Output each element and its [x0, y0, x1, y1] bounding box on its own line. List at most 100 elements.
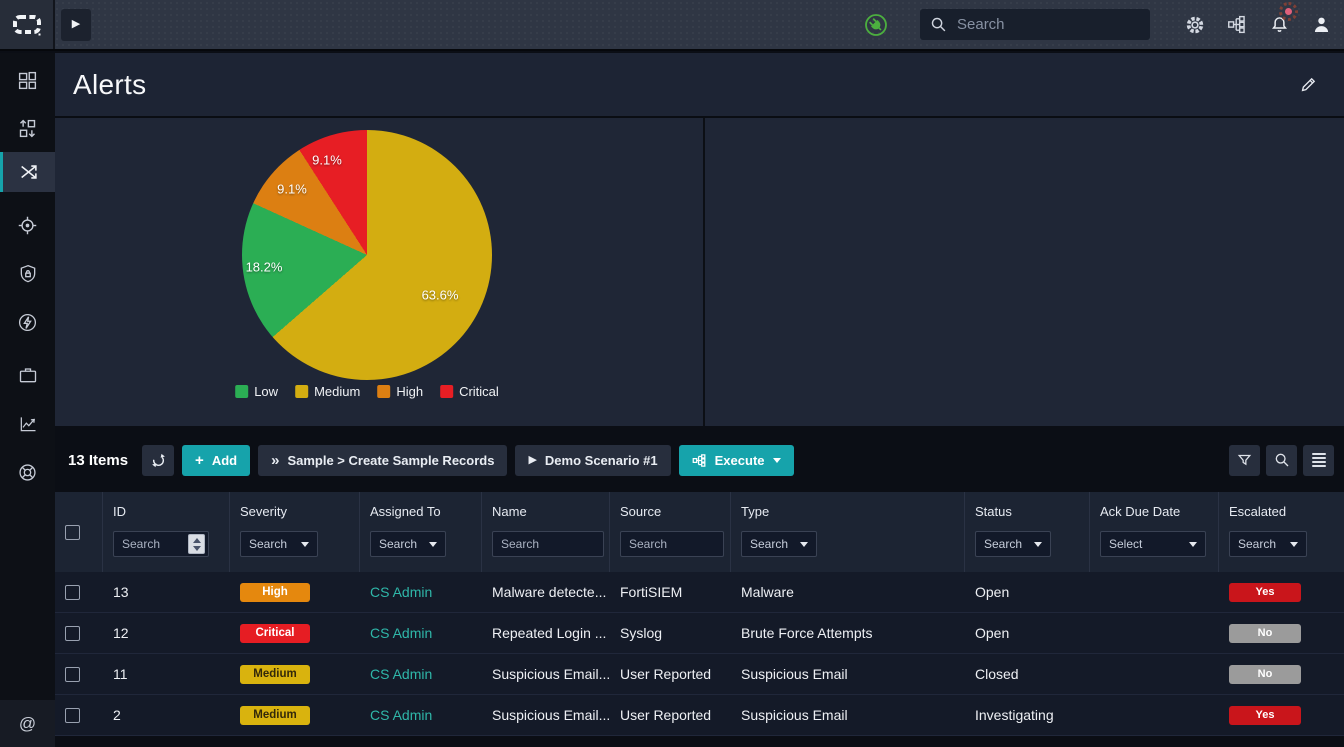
- sidebar-item-dashboard[interactable]: [0, 60, 55, 100]
- filter-name-input[interactable]: [501, 537, 595, 551]
- assigned-link[interactable]: CS Admin: [370, 666, 432, 682]
- filter-button[interactable]: [1229, 444, 1260, 476]
- severity-badge: Medium: [240, 664, 310, 684]
- column-name: Name: [482, 492, 610, 572]
- sidebar-item-queue-management[interactable]: [0, 108, 55, 148]
- row-checkbox[interactable]: [65, 666, 80, 682]
- pie-label-low: 18.2%: [245, 259, 283, 275]
- column-source: Source: [610, 492, 731, 572]
- filter-source-input[interactable]: [629, 537, 715, 551]
- sample-records-button[interactable]: » Sample > Create Sample Records: [258, 444, 508, 476]
- filter-id: [113, 531, 209, 557]
- assigned-link[interactable]: CS Admin: [370, 625, 432, 641]
- refresh-button[interactable]: [142, 444, 175, 476]
- escalated-pill: Yes: [1229, 582, 1301, 602]
- filter-severity-dropdown[interactable]: Search: [240, 531, 318, 557]
- column-assigned-to: Assigned To Search: [360, 492, 482, 572]
- filter-source: [620, 531, 724, 557]
- user-profile-icon[interactable]: [1300, 0, 1342, 50]
- select-all-checkbox[interactable]: [65, 524, 80, 540]
- escalated-pill: No: [1229, 623, 1301, 643]
- wheel-globe-icon: [17, 462, 38, 483]
- record-toolbar: 13 Items + Add » Sample > Create Sample …: [55, 426, 1344, 492]
- legend-item-high[interactable]: High: [377, 384, 423, 399]
- notification-dot: [1285, 8, 1292, 15]
- column-settings-button[interactable]: [1303, 444, 1334, 476]
- row-checkbox[interactable]: [65, 584, 80, 600]
- expand-menu-button[interactable]: ▶: [61, 8, 91, 41]
- column-id: ID: [103, 492, 230, 572]
- table-row[interactable]: 2 Medium CS Admin Suspicious Email... Us…: [55, 695, 1344, 736]
- main-content: Alerts 18.2% 63.6% 9.1% 9.1% Low Medium: [55, 53, 1344, 747]
- filter-assigned-dropdown[interactable]: Search: [370, 531, 446, 557]
- column-severity: Severity Search: [230, 492, 360, 572]
- legend-swatch-medium: [295, 385, 309, 398]
- row-checkbox[interactable]: [65, 707, 80, 723]
- at-sign-icon: @: [18, 713, 37, 733]
- fortinet-logo-icon: [12, 12, 42, 38]
- sidebar-item-incidents-alerts[interactable]: [0, 152, 55, 192]
- sidebar-item-automation[interactable]: [0, 302, 55, 342]
- assigned-link[interactable]: CS Admin: [370, 707, 432, 723]
- table-row[interactable]: 13 High CS Admin Malware detecte... Fort…: [55, 572, 1344, 613]
- table-row[interactable]: 12 Critical CS Admin Repeated Login ... …: [55, 613, 1344, 654]
- plus-icon: +: [195, 451, 204, 469]
- report-chart-icon: [18, 414, 38, 434]
- search-icon: [1274, 452, 1290, 468]
- global-search-input[interactable]: [957, 16, 1156, 33]
- pie-chart[interactable]: [242, 130, 492, 380]
- table-row[interactable]: 11 Medium CS Admin Suspicious Email... U…: [55, 654, 1344, 695]
- caret-down-icon: [772, 457, 781, 463]
- demo-scenario-button[interactable]: ▶ Demo Scenario #1: [515, 444, 671, 476]
- empty-widget-panel: [703, 118, 1344, 426]
- pie-legend: Low Medium High Critical: [235, 384, 499, 399]
- filter-escalated-dropdown[interactable]: Search: [1229, 531, 1307, 557]
- filter-status-dropdown[interactable]: Search: [975, 531, 1051, 557]
- severity-badge: Critical: [240, 623, 310, 643]
- column-status: Status Search: [965, 492, 1090, 572]
- shuffle-arrows-icon: [18, 161, 40, 183]
- execute-button[interactable]: Execute: [678, 444, 794, 476]
- column-type: Type Search: [731, 492, 965, 572]
- search-icon: [930, 16, 947, 33]
- notifications-bell-icon[interactable]: [1258, 0, 1300, 50]
- add-button[interactable]: + Add: [182, 444, 251, 476]
- menu-lines-icon: [1311, 453, 1326, 467]
- escalated-pill: No: [1229, 664, 1301, 684]
- app-logo[interactable]: [0, 0, 55, 49]
- search-records-button[interactable]: [1266, 444, 1297, 476]
- legend-item-critical[interactable]: Critical: [440, 384, 499, 399]
- connector-status-icon[interactable]: [864, 13, 888, 37]
- settings-gear-icon[interactable]: [1174, 0, 1216, 50]
- filter-type-dropdown[interactable]: Search: [741, 531, 817, 557]
- legend-item-medium[interactable]: Medium: [295, 384, 360, 399]
- sidebar-item-case-management[interactable]: [0, 355, 55, 395]
- severity-badge: High: [240, 582, 310, 602]
- legend-swatch-high: [377, 385, 391, 398]
- assigned-link[interactable]: CS Admin: [370, 584, 432, 600]
- global-search: [920, 9, 1156, 40]
- table-header: ID Severity Search Assigned To Search Na…: [55, 492, 1344, 572]
- row-checkbox[interactable]: [65, 625, 80, 641]
- sidebar-item-hunt[interactable]: [0, 205, 55, 245]
- items-count: 13 Items: [68, 451, 129, 469]
- legend-swatch-low: [235, 385, 249, 398]
- sidebar-item-reports[interactable]: [0, 404, 55, 444]
- left-sidebar: @: [0, 53, 55, 747]
- edit-pencil-icon[interactable]: [1299, 75, 1318, 94]
- play-icon: ▶: [528, 453, 537, 466]
- pie-label-high: 9.1%: [277, 181, 307, 197]
- sidebar-item-mentions[interactable]: @: [0, 700, 55, 747]
- filter-ack-dropdown[interactable]: Select: [1100, 531, 1206, 557]
- number-spinner[interactable]: [188, 534, 205, 554]
- legend-item-low[interactable]: Low: [235, 384, 278, 399]
- sidebar-item-threat-intel[interactable]: [0, 452, 55, 492]
- sidebar-item-security[interactable]: [0, 254, 55, 294]
- top-navbar: ▶: [0, 0, 1344, 51]
- funnel-icon: [1236, 452, 1253, 469]
- widgets-row: 18.2% 63.6% 9.1% 9.1% Low Medium High Cr…: [55, 118, 1344, 426]
- crosshair-icon: [17, 215, 38, 236]
- playbooks-icon[interactable]: [1216, 0, 1258, 50]
- escalated-pill: Yes: [1229, 705, 1301, 725]
- queue-icon: [17, 118, 38, 139]
